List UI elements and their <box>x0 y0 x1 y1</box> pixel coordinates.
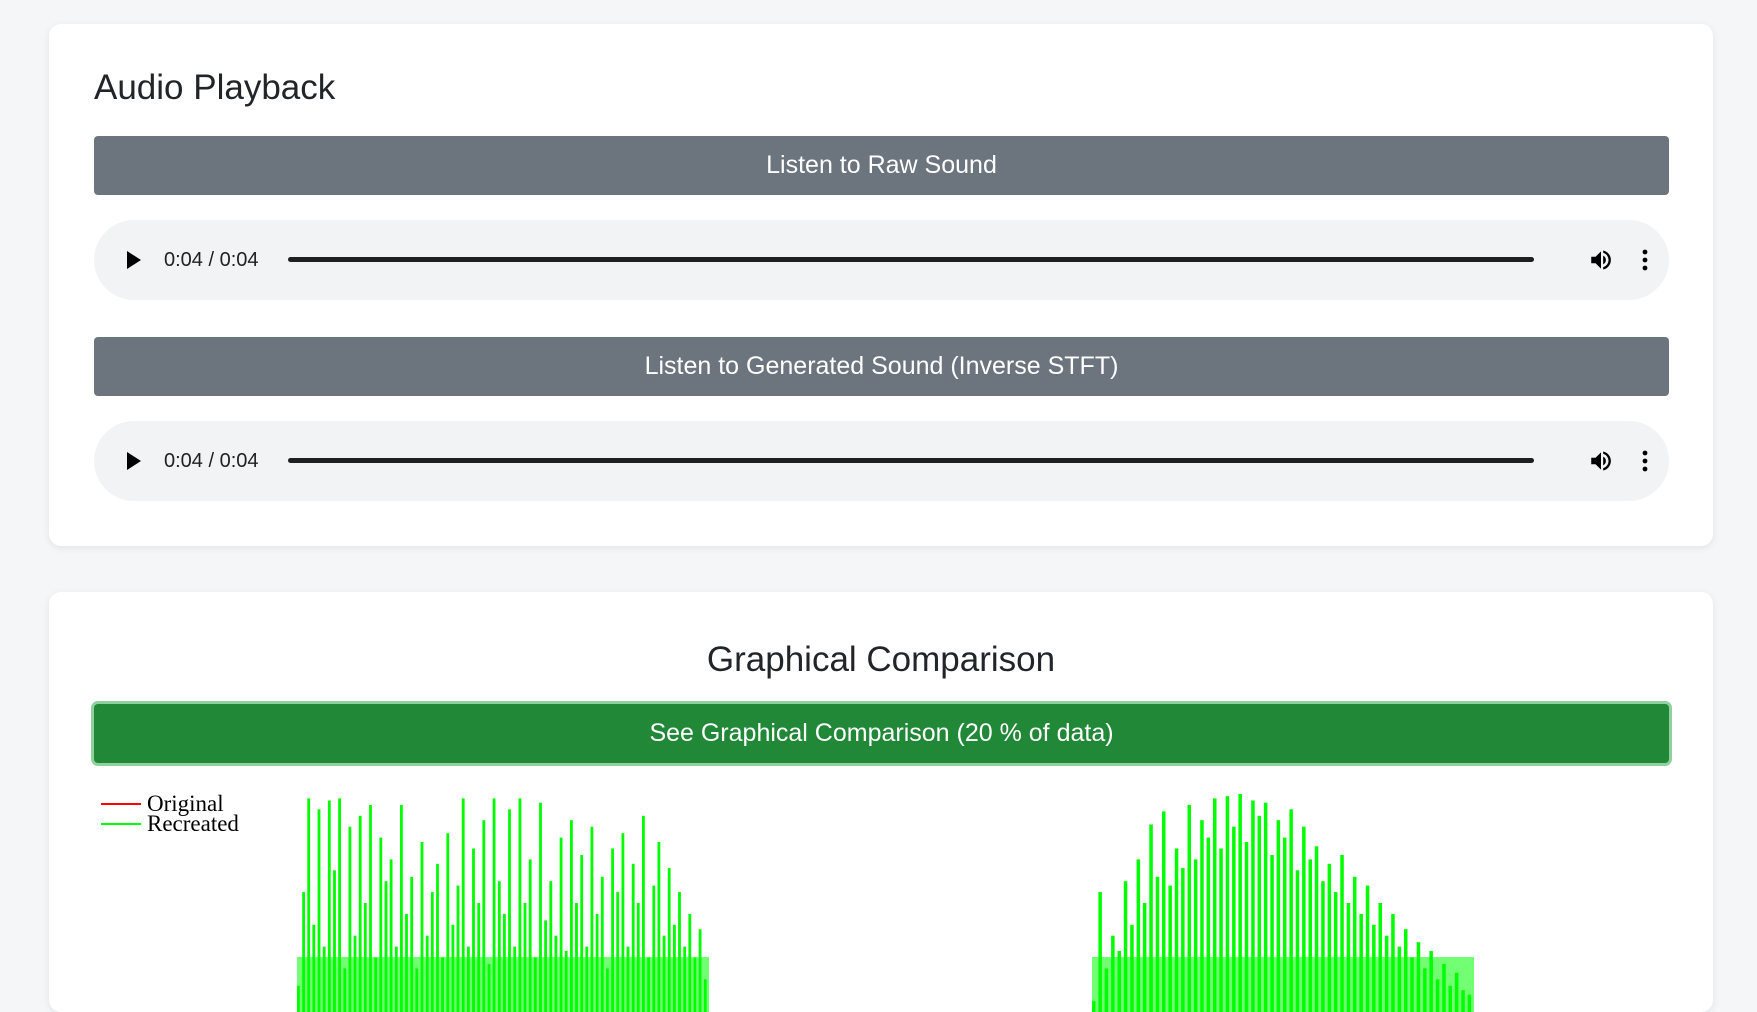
listen-raw-sound-button[interactable]: Listen to Raw Sound <box>94 136 1669 195</box>
audio-playback-title: Audio Playback <box>94 68 335 108</box>
more-vert-icon <box>1641 450 1649 472</box>
audio-playback-card: Audio Playback Listen to Raw Sound 0:04 … <box>49 24 1713 546</box>
plot1-base-fill <box>297 957 709 1012</box>
raw-more-options-button[interactable] <box>1625 240 1665 280</box>
generated-time-display: 0:04 / 0:04 <box>164 421 259 501</box>
volume-icon <box>1588 448 1614 474</box>
see-graphical-comparison-button[interactable]: See Graphical Comparison (20 % of data) <box>94 704 1669 763</box>
graphical-comparison-title: Graphical Comparison <box>49 640 1713 680</box>
graphical-comparison-card: Graphical Comparison See Graphical Compa… <box>49 592 1713 1012</box>
more-vert-icon <box>1641 249 1649 271</box>
comparison-chart: Original Recreated <box>49 780 1713 1012</box>
generated-more-options-button[interactable] <box>1625 441 1665 481</box>
generated-play-button[interactable] <box>114 441 154 481</box>
play-icon <box>125 451 143 471</box>
play-icon <box>125 250 143 270</box>
generated-volume-button[interactable] <box>1581 441 1621 481</box>
raw-seek-slider[interactable] <box>288 257 1534 262</box>
raw-play-button[interactable] <box>114 240 154 280</box>
plot2-base-fill <box>1092 957 1474 1012</box>
spectrum-plots <box>49 780 1713 1012</box>
generated-audio-player: 0:04 / 0:04 <box>94 421 1669 501</box>
raw-time-display: 0:04 / 0:04 <box>164 220 259 300</box>
listen-generated-sound-button[interactable]: Listen to Generated Sound (Inverse STFT) <box>94 337 1669 396</box>
volume-icon <box>1588 247 1614 273</box>
raw-volume-button[interactable] <box>1581 240 1621 280</box>
raw-audio-player: 0:04 / 0:04 <box>94 220 1669 300</box>
generated-seek-slider[interactable] <box>288 458 1534 463</box>
